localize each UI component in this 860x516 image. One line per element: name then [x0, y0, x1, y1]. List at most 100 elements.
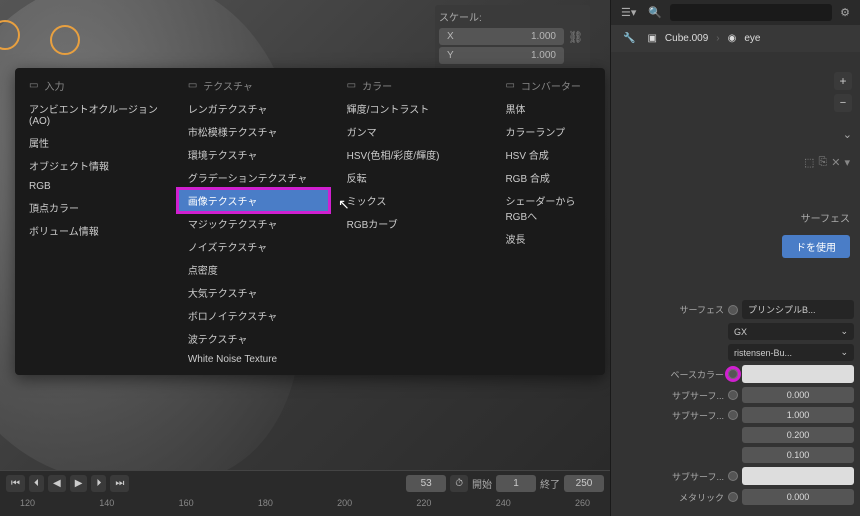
menu-item[interactable]: HSV(色相/彩度/輝度) [337, 143, 488, 166]
jump-start-button[interactable]: ⏮ [6, 475, 25, 492]
shield-icon[interactable]: ⬚ [804, 156, 814, 169]
menu-item[interactable]: ボロノイテクスチャ [178, 304, 329, 327]
menu-item[interactable]: マジックテクスチャ [178, 212, 329, 235]
menu-item[interactable]: オブジェクト情報 [19, 154, 170, 177]
menu-item[interactable]: RGB [19, 177, 170, 196]
end-frame[interactable]: 250 [564, 475, 604, 492]
menu-item[interactable]: 輝度/コントラスト [337, 97, 488, 120]
scale-x-value[interactable]: 1.000 [494, 28, 564, 45]
end-label: 終了 [540, 476, 560, 491]
menu-item[interactable]: 波テクスチャ [178, 327, 329, 350]
menu-item[interactable]: 波長 [495, 227, 601, 250]
menu-item[interactable]: White Noise Texture [178, 350, 329, 369]
subsurface-radius-label: サブサーフ... [654, 409, 724, 422]
menu-header-texture: テクスチャ [203, 78, 253, 93]
base-color-socket[interactable] [728, 369, 738, 379]
add-slot-button[interactable]: + [834, 72, 852, 90]
link-icon[interactable]: ⛓ [568, 30, 583, 44]
start-label: 開始 [472, 476, 492, 491]
menu-item[interactable]: 頂点カラー [19, 196, 170, 219]
play-button[interactable]: ▶ [70, 475, 88, 492]
menu-item[interactable]: 環境テクスチャ [178, 143, 329, 166]
menu-item[interactable]: 大気テクスチャ [178, 281, 329, 304]
slot-menu-button[interactable]: ⌄ [843, 128, 852, 141]
menu-item[interactable]: HSV 合成 [495, 143, 601, 166]
pin-strip: ⬚ ⎘ ✕ ▾ [804, 156, 850, 169]
menu-item[interactable]: シェーダーからRGBへ [495, 189, 601, 227]
play-reverse-button[interactable]: ◀ [48, 475, 66, 492]
scale-x-label[interactable]: X [439, 28, 494, 45]
remove-slot-button[interactable]: − [834, 94, 852, 112]
metallic-label: メタリック [654, 491, 724, 504]
breadcrumb[interactable]: 🔧 ▣ Cube.009 › ◉ eye [611, 25, 860, 52]
nodes-icon[interactable]: ▾ [844, 156, 850, 169]
metallic-value[interactable]: 0.000 [742, 489, 854, 505]
menu-item[interactable]: 反転 [337, 166, 488, 189]
menu-item[interactable]: 黒体 [495, 97, 601, 120]
funnel-icon[interactable]: ⚙ [836, 4, 854, 21]
current-frame[interactable]: 53 [406, 475, 446, 492]
menu-header-color: カラー [362, 78, 392, 93]
menu-item[interactable]: アンビエントオクルージョン(AO) [19, 97, 170, 131]
scale-header: スケール: [439, 9, 586, 24]
timeline-ticks[interactable]: 120 140 160 180 200 220 240 260 [0, 496, 610, 510]
autokey-button[interactable]: ⏱ [450, 475, 468, 492]
close-icon[interactable]: ✕ [831, 156, 840, 169]
search-input[interactable] [670, 4, 832, 21]
use-nodes-button[interactable]: ドを使用 [782, 235, 850, 258]
scale-y-label[interactable]: Y [439, 47, 494, 64]
menu-item[interactable]: RGB 合成 [495, 166, 601, 189]
menu-item[interactable]: グラデーションテクスチャ [178, 166, 329, 189]
material-icon: ◉ [728, 33, 737, 44]
subsurf-radius-3[interactable]: 0.100 [742, 447, 854, 463]
menu-item[interactable]: ノイズテクスチャ [178, 235, 329, 258]
menu-col-input: ▭入力 アンビエントオクルージョン(AO) 属性 オブジェクト情報 RGB 頂点… [15, 74, 174, 369]
start-frame[interactable]: 1 [496, 475, 536, 492]
prev-keyframe-button[interactable]: ⏴ [29, 475, 44, 492]
subsurf-color-swatch[interactable] [742, 467, 854, 485]
copy-icon[interactable]: ⎘ [818, 156, 827, 169]
menu-item[interactable]: ガンマ [337, 120, 488, 143]
material-name[interactable]: eye [744, 33, 760, 44]
node-socket-icon[interactable] [728, 410, 738, 420]
page-icon: ▭ [29, 80, 38, 91]
jump-end-button[interactable]: ⏭ [110, 475, 129, 492]
subsurf-radius-2[interactable]: 0.200 [742, 427, 854, 443]
page-icon: ▭ [505, 80, 514, 91]
menu-item[interactable]: 属性 [19, 131, 170, 154]
add-node-menu: ▭入力 アンビエントオクルージョン(AO) 属性 オブジェクト情報 RGB 頂点… [15, 68, 605, 375]
node-socket-icon[interactable] [728, 492, 738, 502]
subsurf-radius-1[interactable]: 1.000 [742, 407, 854, 423]
subsurface-value[interactable]: 0.000 [742, 387, 854, 403]
surface-label: サーフェス [654, 303, 724, 316]
menu-col-texture: ▭テクスチャ レンガテクスチャ 市松模様テクスチャ 環境テクスチャ グラデーショ… [174, 74, 333, 369]
empty-circle-2 [50, 25, 80, 55]
menu-item[interactable]: 市松模様テクスチャ [178, 120, 329, 143]
subsurf-method-select[interactable]: ristensen-Bu...⌄ [728, 344, 854, 361]
display-mode-icon[interactable]: ☰▾ [617, 4, 640, 21]
menu-item[interactable]: レンガテクスチャ [178, 97, 329, 120]
surface-shader-select[interactable]: プリンシプルB... [742, 300, 854, 319]
node-socket-icon[interactable] [728, 390, 738, 400]
node-socket-icon[interactable] [728, 471, 738, 481]
surface-header: サーフェス [801, 210, 850, 225]
menu-col-converter: ▭コンバーター 黒体 カラーランプ HSV 合成 RGB 合成 シェーダーからR… [491, 74, 605, 369]
scale-panel: スケール: X 1.000 ⛓ Y 1.000 [435, 5, 590, 70]
menu-item[interactable]: ミックス [337, 189, 488, 212]
object-name[interactable]: Cube.009 [665, 33, 708, 44]
menu-item[interactable]: カラーランプ [495, 120, 601, 143]
base-color-label: ベースカラー [654, 368, 724, 381]
menu-item[interactable]: ボリューム情報 [19, 219, 170, 242]
node-socket-icon[interactable] [728, 305, 738, 315]
timeline[interactable]: ⏮ ⏴ ◀ ▶ ⏵ ⏭ 53 ⏱ 開始 1 終了 250 120 140 160… [0, 470, 610, 516]
properties-panel: ☰▾ 🔍 ⚙ 🔧 ▣ Cube.009 › ◉ eye + − ⌄ ⬚ ⎘ ✕ … [610, 0, 860, 516]
next-keyframe-button[interactable]: ⏵ [91, 475, 106, 492]
base-color-swatch[interactable] [742, 365, 854, 383]
search-icon: 🔍 [644, 4, 666, 21]
mesh-icon: ▣ [647, 33, 656, 44]
menu-item[interactable]: RGBカーブ [337, 212, 488, 235]
menu-item[interactable]: 点密度 [178, 258, 329, 281]
menu-item-image-texture[interactable]: 画像テクスチャ [178, 189, 329, 212]
scale-y-value[interactable]: 1.000 [494, 47, 564, 64]
distribution-select[interactable]: GX⌄ [728, 323, 854, 340]
